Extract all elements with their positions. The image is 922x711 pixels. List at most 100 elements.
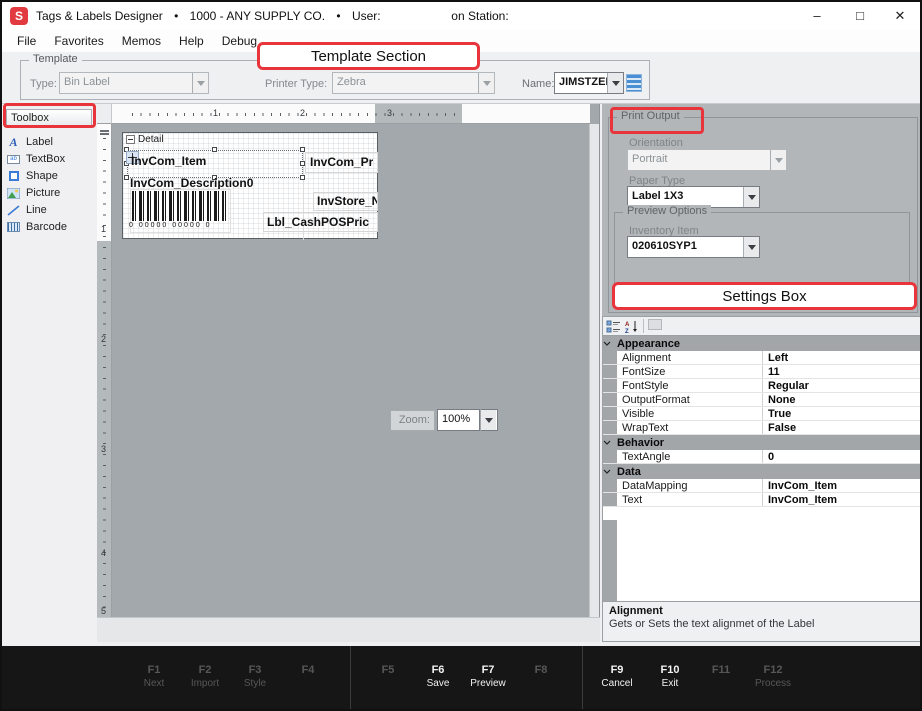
element-cashpos-price[interactable]: Lbl_CashPOSPric — [263, 212, 378, 232]
fkey-f10-exit[interactable]: F10 Exit — [642, 664, 698, 689]
close-button[interactable]: ✕ — [880, 2, 920, 30]
toolbox-item-line[interactable]: Line — [7, 202, 95, 218]
chevron-down-icon — [603, 341, 617, 346]
element-invstore-name[interactable]: InvStore_N — [313, 192, 378, 211]
property-row-outputformat[interactable]: OutputFormat None — [603, 393, 921, 407]
fkey-action: Save — [410, 678, 466, 689]
chevron-down-icon[interactable] — [192, 73, 208, 93]
printer-type-label: Printer Type: — [265, 78, 327, 90]
label-design-surface[interactable]: Detail InvCom_Item InvCom_Pr InvCom_Desc… — [122, 132, 378, 239]
chevron-down-icon[interactable] — [743, 237, 759, 257]
property-name: Text — [617, 493, 763, 506]
sort-alphabetical-icon[interactable]: AZ — [625, 320, 639, 333]
name-value: JIMSTZEBRA6 — [555, 73, 607, 93]
chevron-down-icon[interactable] — [770, 150, 786, 170]
property-name: DataMapping — [617, 479, 763, 492]
ruler-number: 3 — [387, 108, 392, 118]
fkey-label: F12 — [745, 664, 801, 676]
menu-memos[interactable]: Memos — [115, 32, 168, 50]
barcode-bars — [132, 191, 228, 221]
ruler-number: 1 — [213, 108, 218, 118]
menu-favorites[interactable]: Favorites — [47, 32, 110, 50]
orientation-dropdown[interactable]: Portrait — [627, 149, 787, 171]
vertical-scrollbar[interactable] — [589, 124, 599, 617]
template-list-icon[interactable] — [626, 74, 642, 92]
categorized-icon[interactable] — [606, 320, 621, 333]
title-separator: • — [336, 9, 340, 23]
element-text: Lbl_CashPOSPric — [267, 215, 369, 229]
property-grid-toolbar: AZ — [602, 316, 922, 336]
property-value[interactable]: InvCom_Item — [763, 479, 921, 492]
zoom-dropdown[interactable]: 100% — [437, 409, 480, 431]
element-invcom-description[interactable]: InvCom_Description0 — [130, 176, 300, 190]
maximize-button[interactable]: □ — [840, 2, 880, 30]
property-row-wraptext[interactable]: WrapText False — [603, 421, 921, 435]
chevron-down-icon[interactable] — [743, 187, 759, 207]
toolbox-item-shape[interactable]: Shape — [7, 168, 95, 184]
chevron-down-icon[interactable] — [607, 73, 623, 93]
property-value[interactable]: True — [763, 407, 921, 420]
property-row-fontstyle[interactable]: FontStyle Regular — [603, 379, 921, 393]
property-value[interactable]: Regular — [763, 379, 921, 392]
description-text: Gets or Sets the text alignmet of the La… — [609, 618, 915, 630]
title-separator: • — [174, 9, 178, 23]
fkey-f5: F5 — [360, 664, 416, 678]
fkey-label: F7 — [460, 664, 516, 676]
fkey-f7-preview[interactable]: F7 Preview — [460, 664, 516, 689]
toolbox-item-barcode[interactable]: Barcode — [7, 219, 95, 235]
property-value[interactable]: False — [763, 421, 921, 434]
category-behavior[interactable]: Behavior — [603, 435, 921, 450]
element-invcom-price[interactable]: InvCom_Pr — [305, 152, 378, 173]
fkey-f9-cancel[interactable]: F9 Cancel — [589, 664, 645, 689]
property-row-fontsize[interactable]: FontSize 11 — [603, 365, 921, 379]
selection-handle[interactable] — [212, 147, 217, 152]
selection-handle[interactable] — [300, 175, 305, 180]
category-data[interactable]: Data — [603, 464, 921, 479]
chevron-down-icon[interactable] — [478, 73, 494, 93]
collapse-icon[interactable] — [126, 135, 135, 144]
menu-file[interactable]: File — [10, 32, 43, 50]
property-value[interactable]: 11 — [763, 365, 921, 378]
toolbox-item-textbox[interactable]: ab TextBox — [7, 151, 95, 167]
property-value[interactable]: Left — [763, 351, 921, 364]
category-appearance[interactable]: Appearance — [603, 336, 921, 351]
zoom-dropdown-button[interactable] — [481, 409, 498, 431]
type-dropdown[interactable]: Bin Label — [59, 72, 209, 94]
ruler-ticks — [103, 138, 106, 608]
name-dropdown[interactable]: JIMSTZEBRA6 — [554, 72, 624, 94]
property-row-datamapping[interactable]: DataMapping InvCom_Item — [603, 479, 921, 493]
svg-text:Z: Z — [625, 329, 629, 333]
inventory-item-dropdown[interactable]: 020610SYP1 — [627, 236, 760, 258]
minimize-button[interactable]: – — [797, 2, 837, 30]
property-value[interactable]: InvCom_Item — [763, 493, 921, 506]
element-invcom-item[interactable]: InvCom_Item — [131, 154, 299, 168]
toolbox-item-label[interactable]: A Label — [7, 134, 95, 150]
annotation-text: Template Section — [311, 48, 426, 65]
printer-type-dropdown[interactable]: Zebra — [332, 72, 495, 94]
toolbox-item-picture[interactable]: Picture — [7, 185, 95, 201]
detail-band-header[interactable]: Detail — [126, 134, 164, 145]
property-row-text[interactable]: Text InvCom_Item — [603, 493, 921, 507]
fkey-f6-save[interactable]: F6 Save — [410, 664, 466, 689]
fnbar-separator — [582, 646, 583, 709]
selection-handle[interactable] — [124, 175, 129, 180]
property-row-alignment[interactable]: Alignment Left — [603, 351, 921, 365]
chevron-down-icon[interactable] — [481, 410, 496, 430]
type-value: Bin Label — [60, 73, 192, 93]
fkey-label: F6 — [410, 664, 466, 676]
barcode-icon — [7, 221, 20, 233]
fkey-action: Import — [177, 678, 233, 689]
property-row-textangle[interactable]: TextAngle 0 — [603, 450, 921, 464]
inventory-item-value: 020610SYP1 — [628, 237, 743, 257]
property-row-visible[interactable]: Visible True — [603, 407, 921, 421]
designer-canvas[interactable]: 1 2 3 1 2 3 4 5 Detail — [97, 104, 600, 642]
property-name: FontStyle — [617, 379, 763, 392]
horizontal-scrollbar[interactable] — [97, 617, 600, 642]
ruler-number: 4 — [101, 548, 106, 558]
property-value[interactable]: 0 — [763, 450, 921, 463]
property-name: OutputFormat — [617, 393, 763, 406]
property-value[interactable]: None — [763, 393, 921, 406]
settings-panel: Print Output Orientation Portrait Paper … — [602, 104, 922, 642]
fkey-action: Preview — [460, 678, 516, 689]
menu-help[interactable]: Help — [172, 32, 211, 50]
